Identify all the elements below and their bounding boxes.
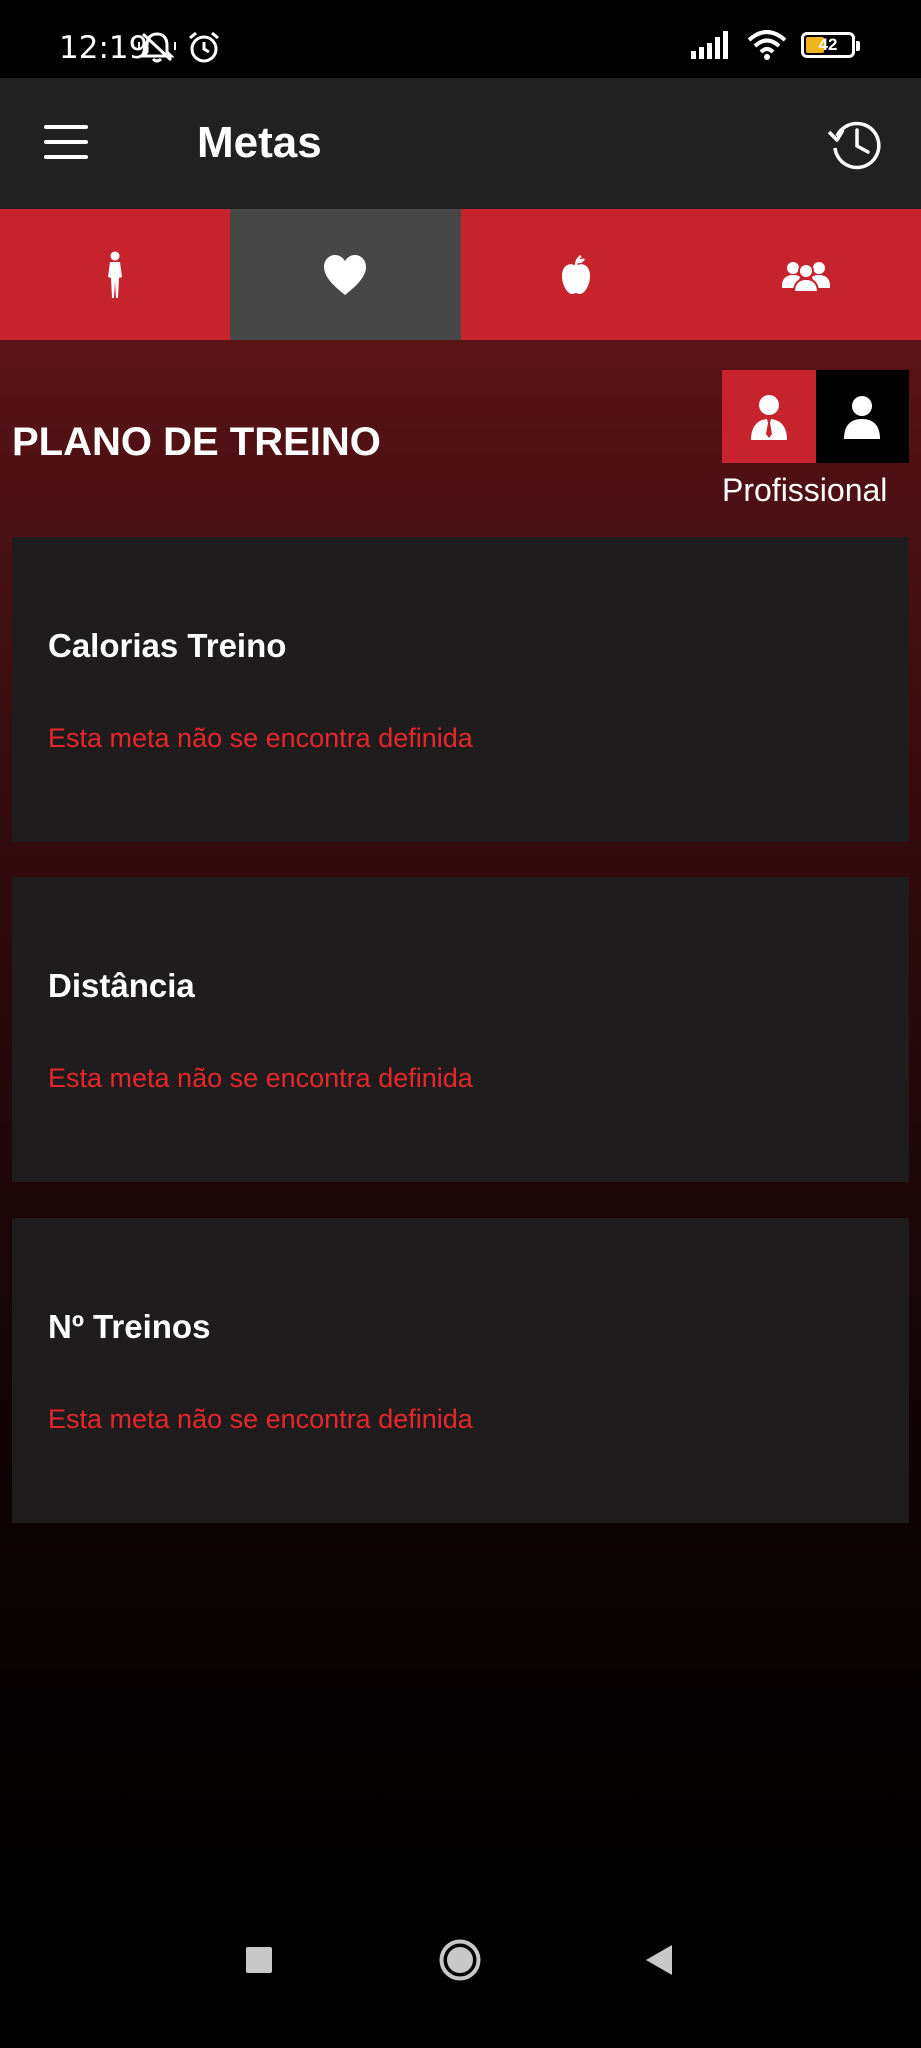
- goal-title: Calorias Treino: [48, 627, 287, 664]
- group-icon: [781, 261, 830, 292]
- battery-icon: 42: [801, 32, 860, 58]
- role-label: Profissional: [722, 472, 888, 508]
- back-icon[interactable]: [644, 1944, 674, 1976]
- body-icon: [108, 251, 123, 298]
- app-bar: Metas: [0, 78, 921, 209]
- heart-icon: [324, 254, 367, 295]
- status-bar: 12:19 42: [0, 0, 921, 78]
- goal-card[interactable]: Calorias Treino Esta meta não se encontr…: [12, 537, 909, 842]
- signal-icon: [691, 31, 728, 59]
- tab-body[interactable]: [0, 209, 231, 340]
- section-title: PLANO DE TREINO: [12, 420, 381, 464]
- goal-card[interactable]: Distância Esta meta não se encontra defi…: [12, 877, 909, 1182]
- alarm-icon: [189, 31, 219, 63]
- apple-icon: [561, 254, 590, 294]
- personal-toggle-button[interactable]: [815, 370, 909, 463]
- professional-icon: [750, 394, 787, 440]
- tab-heart[interactable]: [230, 209, 461, 340]
- user-icon: [844, 395, 881, 439]
- wifi-icon: [747, 30, 787, 60]
- notifications-muted-icon: [138, 32, 176, 63]
- category-tabs: [0, 209, 921, 340]
- page-title: Metas: [197, 118, 322, 167]
- battery-level: 42: [818, 35, 838, 54]
- status-icons-right: 42: [691, 30, 860, 60]
- status-time: 12:19: [59, 30, 149, 66]
- goals-content: PLANO DE TREINO Profissional Calorias Tr…: [0, 340, 921, 1896]
- goal-status-message: Esta meta não se encontra definida: [48, 1404, 473, 1434]
- goal-card[interactable]: Nº Treinos Esta meta não se encontra def…: [12, 1218, 909, 1523]
- goal-status-message: Esta meta não se encontra definida: [48, 1063, 473, 1093]
- tab-nutrition[interactable]: [460, 209, 691, 340]
- system-nav-bar: [0, 1896, 921, 2048]
- menu-icon[interactable]: [44, 125, 88, 159]
- professional-toggle-button[interactable]: [722, 370, 816, 463]
- history-icon[interactable]: [825, 114, 885, 174]
- tab-group[interactable]: [690, 209, 921, 340]
- goal-status-message: Esta meta não se encontra definida: [48, 723, 473, 753]
- home-icon[interactable]: [439, 1939, 481, 1981]
- goal-title: Nº Treinos: [48, 1308, 211, 1345]
- goal-title: Distância: [48, 967, 195, 1004]
- recent-apps-icon[interactable]: [245, 1946, 273, 1974]
- role-toggle: [722, 370, 909, 463]
- status-icons-left: [137, 30, 221, 64]
